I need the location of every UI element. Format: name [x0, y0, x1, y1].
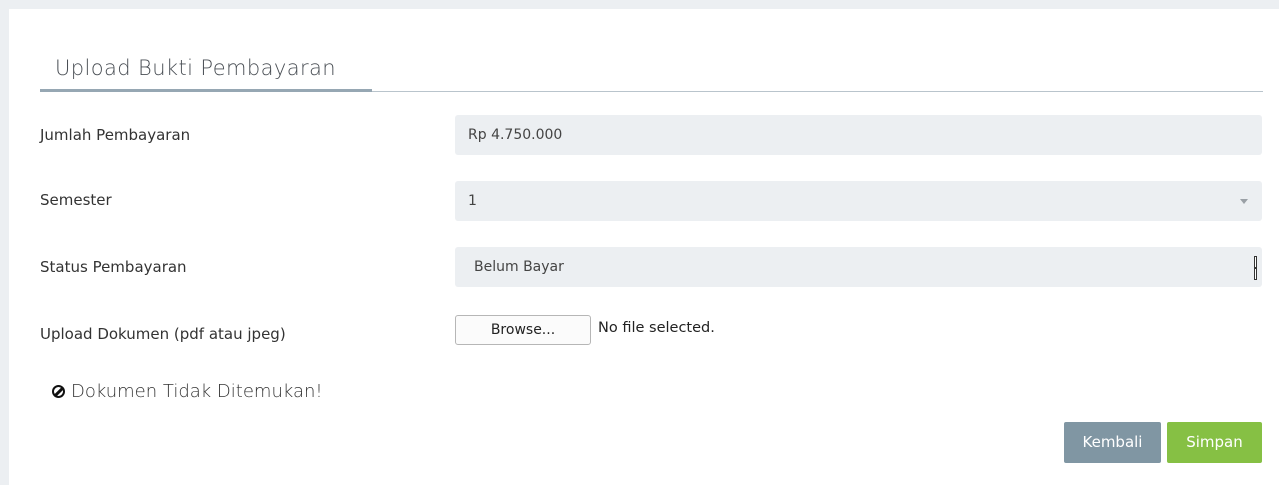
jumlah-pembayaran-label: Jumlah Pembayaran [40, 126, 191, 144]
semester-label: Semester [40, 191, 112, 209]
ban-icon [52, 385, 65, 398]
back-button[interactable]: Kembali [1064, 422, 1161, 463]
status-pembayaran-select[interactable]: Belum Bayar [455, 247, 1262, 287]
page-left-border [0, 0, 9, 485]
select-handle-icon[interactable] [1254, 256, 1257, 280]
status-pembayaran-value: Belum Bayar [474, 259, 564, 275]
upload-dokumen-label: Upload Dokumen (pdf atau jpeg) [40, 325, 286, 343]
jumlah-pembayaran-field: Rp 4.750.000 [455, 115, 1262, 155]
save-button[interactable]: Simpan [1167, 422, 1262, 463]
document-not-found-message: Dokumen Tidak Ditemukan! [52, 381, 323, 402]
page-top-border [0, 0, 1279, 9]
form-title: Upload Bukti Pembayaran [55, 56, 337, 80]
file-status-text: No file selected. [598, 320, 715, 336]
warning-text: Dokumen Tidak Ditemukan! [71, 381, 323, 402]
chevron-down-icon [1240, 199, 1248, 204]
semester-value: 1 [468, 193, 477, 209]
title-underline [40, 89, 372, 92]
browse-button[interactable]: Browse... [455, 315, 591, 345]
semester-select[interactable]: 1 [455, 181, 1262, 221]
status-pembayaran-label: Status Pembayaran [40, 258, 187, 276]
